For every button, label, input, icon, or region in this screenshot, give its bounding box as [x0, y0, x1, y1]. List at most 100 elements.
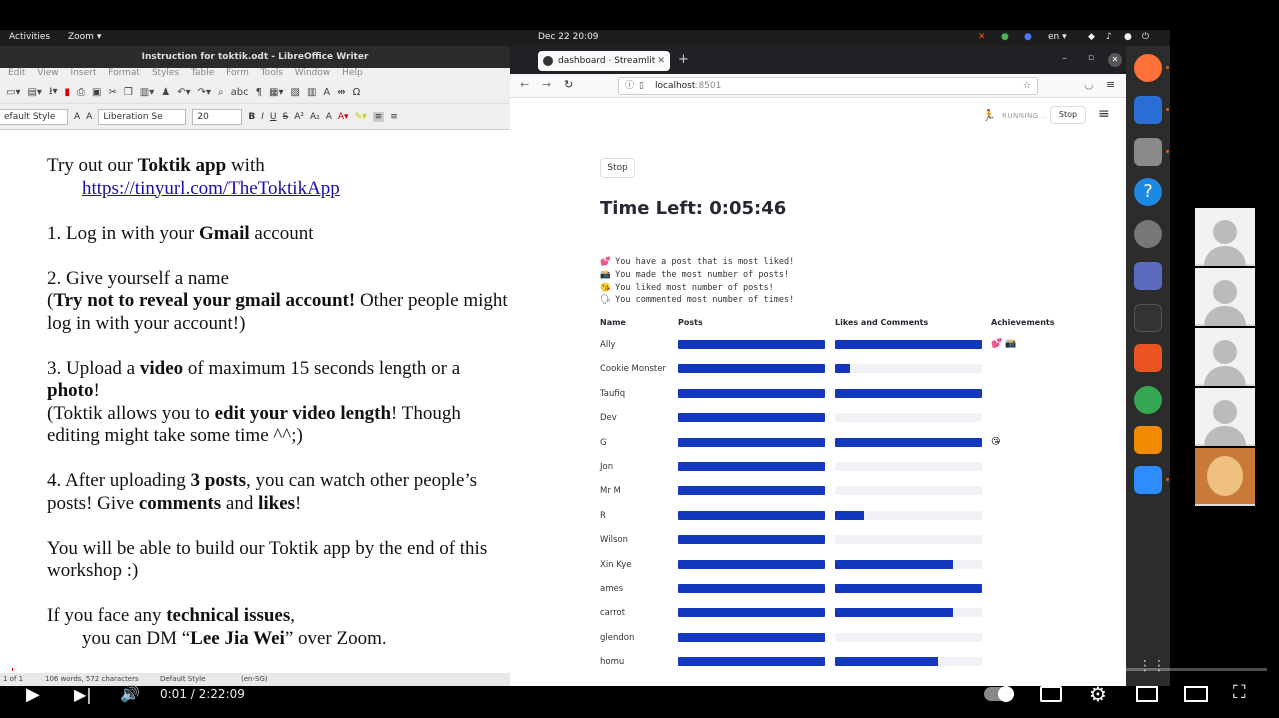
font-color-icon[interactable]: A▾ [338, 112, 349, 122]
undo-icon[interactable]: ↶▾ [177, 87, 190, 98]
chrome-icon[interactable] [1134, 386, 1162, 414]
vlc-icon[interactable] [1134, 426, 1162, 454]
back-icon[interactable]: ← [520, 78, 529, 91]
menu-help[interactable]: Help [342, 68, 363, 78]
activities-button[interactable]: Activities [9, 32, 50, 42]
pilcrow-icon[interactable]: ¶ [256, 87, 262, 98]
strikethrough-icon[interactable]: S [282, 112, 288, 122]
clear-format-icon[interactable]: A [326, 112, 332, 122]
close-tab-icon[interactable]: ✕ [657, 51, 665, 71]
style-update-icon[interactable]: A [74, 112, 80, 122]
field-icon[interactable]: ⇹ [337, 87, 345, 98]
menu-tools[interactable]: Tools [261, 68, 283, 78]
participant-avatar[interactable] [1195, 388, 1255, 446]
subtitles-icon[interactable] [1040, 686, 1062, 702]
close-window-icon[interactable]: ✕ [1108, 53, 1122, 67]
theater-mode-icon[interactable] [1184, 686, 1208, 702]
open-icon[interactable]: ▤▾ [27, 87, 41, 98]
style-new-icon[interactable]: A [86, 112, 92, 122]
video-progress-bar[interactable] [12, 668, 1267, 671]
menu-insert[interactable]: Insert [71, 68, 97, 78]
copy-icon[interactable]: ❐ [124, 87, 133, 98]
firefox-icon[interactable] [1134, 54, 1162, 82]
paste-icon[interactable]: ▥▾ [140, 87, 154, 98]
language-indicator[interactable]: en ▾ [1048, 32, 1067, 42]
row-name: Cookie Monster [600, 364, 666, 375]
help-icon[interactable]: ? [1134, 178, 1162, 206]
participant-avatar[interactable] [1195, 268, 1255, 326]
fullscreen-icon[interactable]: ⛶ [1233, 682, 1246, 703]
paragraph-style-select[interactable]: efault Style [0, 108, 68, 125]
menu-edit[interactable]: Edit [8, 68, 25, 78]
textbox-icon[interactable]: A [323, 87, 330, 98]
stop-button[interactable]: Stop [600, 158, 635, 178]
clone-icon[interactable]: ♟ [161, 87, 170, 98]
new-tab-icon[interactable]: + [678, 52, 689, 67]
browser-menu-icon[interactable]: ≡ [1106, 78, 1115, 91]
zoom-icon[interactable] [1134, 466, 1162, 494]
app-menu-label[interactable]: Zoom ▾ [68, 32, 101, 42]
app-link[interactable]: https://tinyurl.com/TheToktikApp [82, 178, 340, 199]
miniplayer-icon[interactable] [1136, 686, 1158, 702]
autoplay-toggle[interactable] [984, 686, 1014, 702]
menu-styles[interactable]: Styles [152, 68, 179, 78]
menu-view[interactable]: View [37, 68, 58, 78]
writer-icon[interactable] [1134, 96, 1162, 124]
menu-table[interactable]: Table [191, 68, 214, 78]
align-center-icon[interactable]: ≡ [390, 112, 398, 122]
table-icon[interactable]: ▦▾ [269, 87, 283, 98]
stop-run-button[interactable]: Stop [1050, 106, 1086, 124]
chart-icon[interactable]: ▥ [307, 87, 316, 98]
url-bar[interactable]: ⓘ ▯ localhost:8501 ☆ [618, 77, 1038, 95]
participant-avatar[interactable] [1195, 208, 1255, 266]
tray-shield-icon: ● [1001, 32, 1009, 42]
image-icon[interactable]: ▧ [290, 87, 299, 98]
font-size-select[interactable]: 20 [192, 108, 243, 125]
tab-dashboard[interactable]: dashboard · Streamlit ✕ [538, 51, 670, 71]
bold-icon[interactable]: B [248, 112, 255, 122]
preview-icon[interactable]: ▣ [92, 87, 101, 98]
files-icon[interactable] [1134, 138, 1162, 166]
italic-icon[interactable]: I [261, 112, 264, 122]
app-grid-icon[interactable]: ⋮⋮ [1138, 658, 1166, 674]
posts-bar [678, 413, 825, 423]
bookmark-star-icon[interactable]: ☆ [1023, 78, 1031, 94]
screenshot-icon[interactable] [1134, 262, 1162, 290]
participant-avatar[interactable] [1195, 328, 1255, 386]
maximize-icon[interactable]: ▫ [1088, 53, 1094, 63]
highlight-icon[interactable]: ✎▾ [355, 112, 367, 122]
play-icon[interactable]: ▶ [26, 684, 40, 705]
next-icon[interactable]: ▶| [74, 685, 92, 704]
superscript-icon[interactable]: A² [294, 112, 304, 122]
volume-icon[interactable]: 🔊 [120, 684, 140, 703]
align-left-icon[interactable]: ≡ [372, 111, 385, 122]
settings-icon[interactable] [1134, 220, 1162, 248]
settings-gear-icon[interactable]: ⚙ [1089, 682, 1107, 706]
pocket-icon[interactable]: ◡ [1084, 78, 1094, 91]
special-char-icon[interactable]: Ω [353, 87, 361, 98]
menu-form[interactable]: Form [226, 68, 249, 78]
pdf-icon[interactable]: ▮ [64, 87, 70, 98]
hamburger-menu-icon[interactable]: ≡ [1098, 106, 1110, 122]
terminal-icon[interactable] [1134, 304, 1162, 332]
minimize-icon[interactable]: – [1062, 53, 1067, 64]
reload-icon[interactable]: ↻ [564, 78, 573, 91]
menu-format[interactable]: Format [108, 68, 140, 78]
table-row: Xin Kye [600, 553, 1070, 577]
participant-video-dog[interactable] [1195, 448, 1255, 506]
font-name-select[interactable]: Liberation Se [98, 108, 187, 125]
spellcheck-icon[interactable]: abc [231, 87, 249, 98]
save-icon[interactable]: ⭳▾ [49, 84, 58, 101]
clock[interactable]: Dec 22 20:09 [538, 32, 599, 42]
software-icon[interactable] [1134, 344, 1162, 372]
document-page[interactable]: Try out our Toktik app with https://tinyu… [0, 152, 510, 656]
cut-icon[interactable]: ✂ [108, 87, 116, 98]
redo-icon[interactable]: ↷▾ [198, 87, 211, 98]
subscript-icon[interactable]: A₂ [310, 112, 320, 122]
print-icon[interactable]: ⎙ [77, 87, 85, 98]
menu-window[interactable]: Window [295, 68, 331, 78]
new-doc-icon[interactable]: ▭▾ [6, 87, 20, 98]
underline-icon[interactable]: U [270, 112, 277, 122]
find-icon[interactable]: ⌕ [218, 87, 224, 98]
forward-icon[interactable]: → [542, 78, 551, 91]
